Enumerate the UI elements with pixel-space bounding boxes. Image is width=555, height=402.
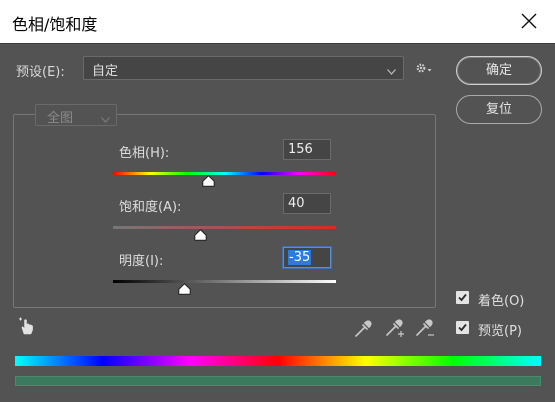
lightness-slider-track[interactable] xyxy=(113,280,336,283)
lightness-input[interactable]: -35 xyxy=(283,247,331,268)
hue-value: 156 xyxy=(288,142,313,157)
close-icon[interactable] xyxy=(517,9,541,33)
hue-input[interactable]: 156 xyxy=(283,139,331,160)
checkbox-checked-icon xyxy=(456,291,469,304)
preset-value: 自定 xyxy=(92,64,119,79)
lightness-label: 明度(I): xyxy=(119,254,164,269)
hue-label: 色相(H): xyxy=(119,146,170,161)
title-bar: 色相/饱和度 xyxy=(0,0,555,44)
eyedropper-plus-icon[interactable] xyxy=(384,318,406,338)
adjustment-group xyxy=(13,114,436,308)
saturation-label: 饱和度(A): xyxy=(119,200,182,215)
eyedropper-icon[interactable] xyxy=(352,318,374,338)
saturation-slider-track[interactable] xyxy=(113,226,336,229)
checkbox-checked-icon xyxy=(456,321,469,334)
channel-dropdown[interactable]: 全图 xyxy=(35,104,117,126)
saturation-slider-thumb[interactable] xyxy=(194,229,207,241)
preset-label: 预设(E): xyxy=(16,65,65,80)
saturation-value: 40 xyxy=(288,196,305,211)
lightness-value: -35 xyxy=(288,250,312,265)
reset-button[interactable]: 复位 xyxy=(456,95,542,124)
gear-icon[interactable] xyxy=(415,61,433,75)
preset-dropdown[interactable]: 自定 xyxy=(83,56,404,80)
lightness-slider-thumb[interactable] xyxy=(178,283,191,295)
saturation-input[interactable]: 40 xyxy=(283,193,331,214)
source-color-bar xyxy=(15,356,541,366)
colorize-label: 着色(O) xyxy=(478,294,525,309)
chevron-down-icon xyxy=(101,112,110,123)
chevron-down-icon xyxy=(387,64,396,75)
hue-slider-thumb[interactable] xyxy=(202,175,215,187)
channel-value: 全图 xyxy=(47,111,74,126)
dialog-title: 色相/饱和度 xyxy=(12,15,98,34)
preview-label: 预览(P) xyxy=(478,324,522,339)
result-color-bar xyxy=(15,376,541,386)
ok-button[interactable]: 确定 xyxy=(456,56,542,85)
targeted-adjustment-hand-icon[interactable] xyxy=(17,316,37,336)
eyedropper-minus-icon[interactable] xyxy=(414,318,436,338)
hue-slider-track[interactable] xyxy=(113,172,336,175)
